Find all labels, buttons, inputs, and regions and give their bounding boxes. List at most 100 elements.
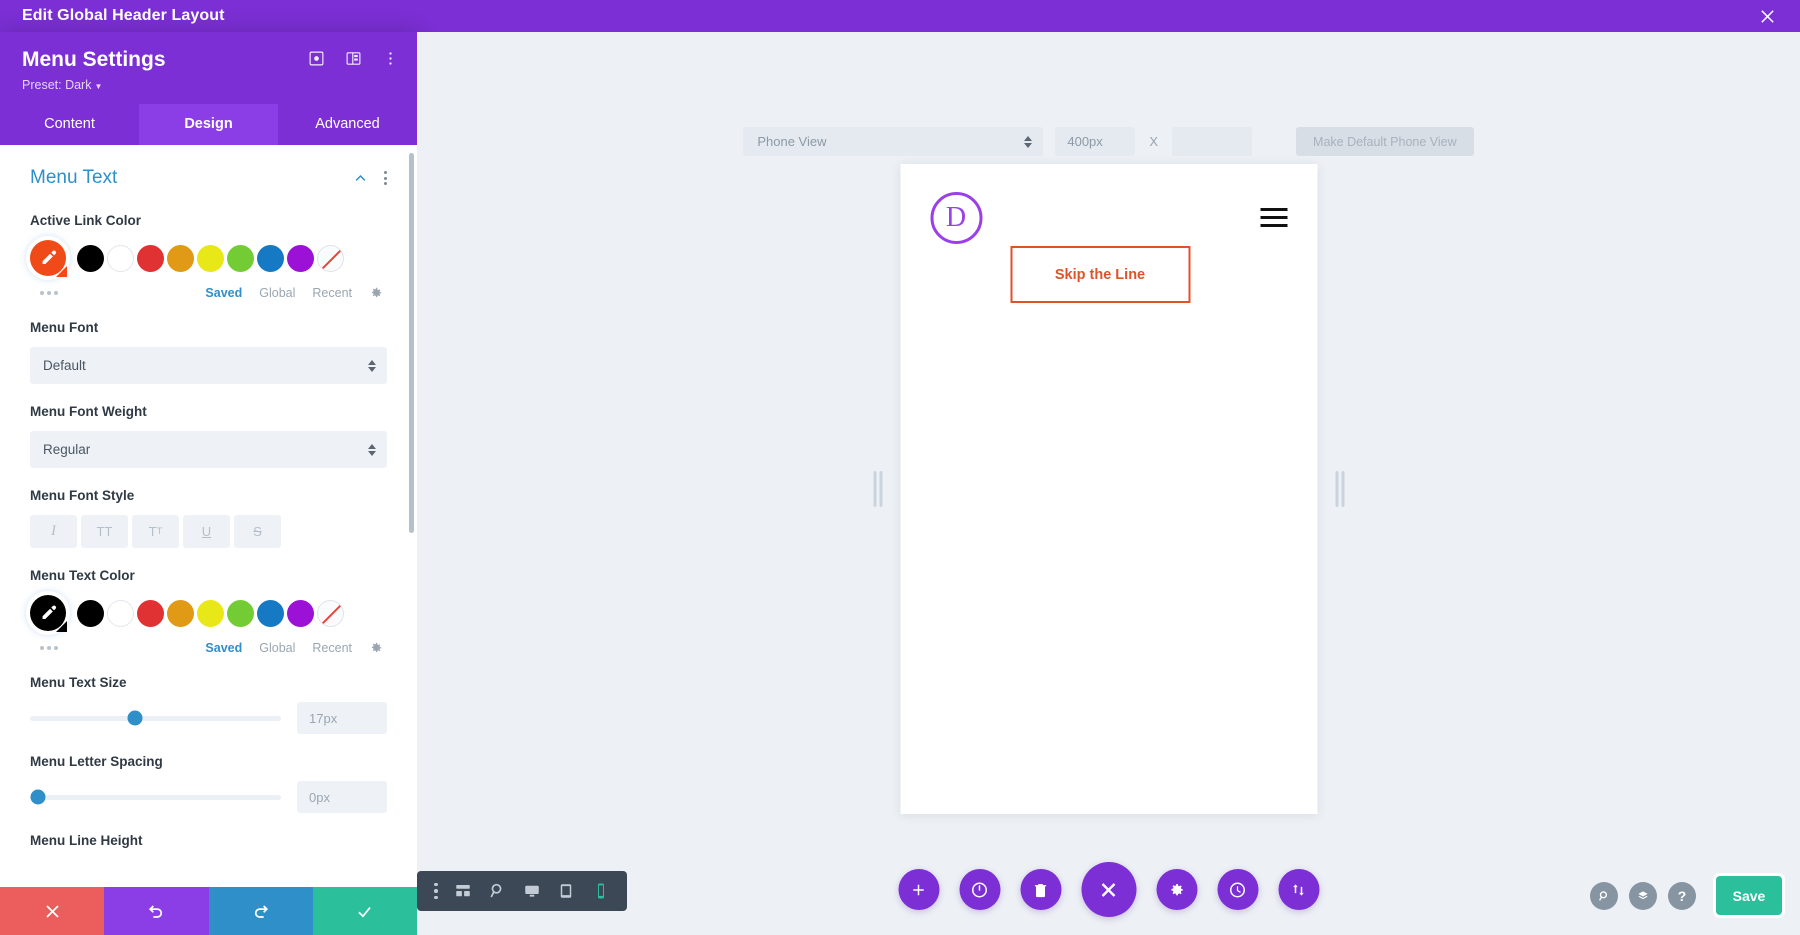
uppercase-toggle[interactable]: TT xyxy=(81,515,128,548)
palette-tab-recent[interactable]: Recent xyxy=(312,286,352,300)
search-icon[interactable] xyxy=(1590,882,1618,910)
strikethrough-toggle[interactable]: S xyxy=(234,515,281,548)
delete-button[interactable] xyxy=(1020,869,1061,910)
swatch-transparent[interactable] xyxy=(317,600,344,627)
tab-advanced[interactable]: Advanced xyxy=(278,104,417,145)
close-icon[interactable] xyxy=(1754,3,1780,29)
slider-knob[interactable] xyxy=(128,711,143,726)
viewport-select-value: Phone View xyxy=(757,134,826,149)
swatch-yellow[interactable] xyxy=(197,600,224,627)
palette-tab-saved[interactable]: Saved xyxy=(205,286,242,300)
underline-toggle[interactable]: U xyxy=(183,515,230,548)
target-icon[interactable] xyxy=(308,50,325,67)
phone-view-icon[interactable] xyxy=(592,882,610,900)
skip-the-line-button[interactable]: Skip the Line xyxy=(1010,246,1190,303)
menu-font-select[interactable]: Default xyxy=(30,347,387,384)
layers-icon[interactable] xyxy=(1629,882,1657,910)
viewport-width-input[interactable]: 400px xyxy=(1055,127,1135,156)
save-button[interactable] xyxy=(313,887,417,935)
swatch-orange[interactable] xyxy=(167,600,194,627)
gear-icon[interactable] xyxy=(369,641,383,655)
section-title: Menu Text xyxy=(30,167,117,189)
palette-tab-global[interactable]: Global xyxy=(259,286,295,300)
active-link-color-selected[interactable] xyxy=(30,240,66,276)
smallcaps-toggle[interactable]: TT xyxy=(132,515,179,548)
panel-header-icons xyxy=(308,50,399,67)
resize-handle-right[interactable] xyxy=(1335,471,1344,507)
italic-toggle[interactable]: I xyxy=(30,515,77,548)
menu-text-color-selected[interactable] xyxy=(30,595,66,631)
tablet-view-icon[interactable] xyxy=(557,882,575,900)
swatch-purple[interactable] xyxy=(287,245,314,272)
help-icon[interactable]: ? xyxy=(1668,882,1696,910)
history-button[interactable] xyxy=(1217,869,1258,910)
field-menu-line-height: Menu Line Height xyxy=(30,833,387,848)
swatch-green[interactable] xyxy=(227,600,254,627)
close-builder-button[interactable] xyxy=(1081,862,1136,917)
menu-text-palette-footer: Saved Global Recent xyxy=(30,641,387,655)
zoom-out-view-icon[interactable] xyxy=(489,882,507,900)
builder-canvas: Phone View 400px X Make Default Phone Vi… xyxy=(417,32,1800,935)
field-menu-text-color: Menu Text Color xyxy=(30,568,387,655)
tab-design[interactable]: Design xyxy=(139,104,278,145)
menu-font-weight-select[interactable]: Regular xyxy=(30,431,387,468)
add-module-button[interactable] xyxy=(898,869,939,910)
chevron-up-icon[interactable] xyxy=(353,171,368,186)
resize-handle-left[interactable] xyxy=(873,471,882,507)
swatch-red[interactable] xyxy=(137,245,164,272)
kebab-menu-icon[interactable] xyxy=(382,50,399,67)
viewport-height-input[interactable] xyxy=(1172,127,1252,156)
menu-font-weight-value: Regular xyxy=(43,442,90,457)
site-logo[interactable]: D xyxy=(930,192,982,244)
make-default-phone-view-button[interactable]: Make Default Phone View xyxy=(1296,127,1474,156)
swatch-black[interactable] xyxy=(77,600,104,627)
chevron-updown-icon xyxy=(368,444,376,456)
swatch-blue[interactable] xyxy=(257,245,284,272)
tab-content[interactable]: Content xyxy=(0,104,139,145)
palette-tab-saved[interactable]: Saved xyxy=(205,641,242,655)
field-active-link-color: Active Link Color xyxy=(30,213,387,300)
settings-button[interactable] xyxy=(1156,869,1197,910)
phone-preview-frame: D Skip the Line xyxy=(900,164,1317,814)
reorder-button[interactable] xyxy=(1278,869,1319,910)
power-button[interactable] xyxy=(959,869,1000,910)
palette-tab-global[interactable]: Global xyxy=(259,641,295,655)
kebab-menu-icon[interactable] xyxy=(434,883,438,900)
menu-letter-spacing-slider[interactable] xyxy=(30,795,281,800)
more-colors-icon[interactable] xyxy=(40,291,58,295)
slider-knob[interactable] xyxy=(30,790,45,805)
undo-button[interactable] xyxy=(104,887,208,935)
viewport-select[interactable]: Phone View xyxy=(743,127,1043,156)
active-link-color-swatches xyxy=(30,240,387,276)
menu-letter-spacing-input[interactable]: 0px xyxy=(297,781,387,813)
swatch-orange[interactable] xyxy=(167,245,194,272)
save-button[interactable]: Save xyxy=(1716,876,1782,915)
swatch-red[interactable] xyxy=(137,600,164,627)
more-colors-icon[interactable] xyxy=(40,646,58,650)
swatch-transparent[interactable] xyxy=(317,245,344,272)
chevron-updown-icon xyxy=(1024,136,1032,148)
field-menu-font: Menu Font Default xyxy=(30,320,387,384)
swatch-green[interactable] xyxy=(227,245,254,272)
swatch-white[interactable] xyxy=(107,245,134,272)
redo-button[interactable] xyxy=(209,887,313,935)
swatch-purple[interactable] xyxy=(287,600,314,627)
hamburger-menu-icon[interactable] xyxy=(1260,208,1287,227)
desktop-view-icon[interactable] xyxy=(523,882,541,900)
swatch-yellow[interactable] xyxy=(197,245,224,272)
settings-panel-header: Menu Settings Preset: Dark▼ xyxy=(0,32,417,104)
settings-scrollbar[interactable] xyxy=(409,153,414,533)
menu-text-size-input[interactable]: 17px xyxy=(297,702,387,734)
wireframe-view-icon[interactable] xyxy=(454,882,472,900)
swatch-black[interactable] xyxy=(77,245,104,272)
palette-tab-recent[interactable]: Recent xyxy=(312,641,352,655)
kebab-menu-icon[interactable] xyxy=(384,171,387,185)
layout-columns-icon[interactable] xyxy=(345,50,362,67)
gear-icon[interactable] xyxy=(369,286,383,300)
preset-selector[interactable]: Preset: Dark▼ xyxy=(22,78,395,92)
swatch-blue[interactable] xyxy=(257,600,284,627)
cancel-button[interactable] xyxy=(0,887,104,935)
swatch-white[interactable] xyxy=(107,600,134,627)
settings-panel-body: Menu Text Active Link Color xyxy=(0,145,417,887)
menu-text-size-slider[interactable] xyxy=(30,716,281,721)
